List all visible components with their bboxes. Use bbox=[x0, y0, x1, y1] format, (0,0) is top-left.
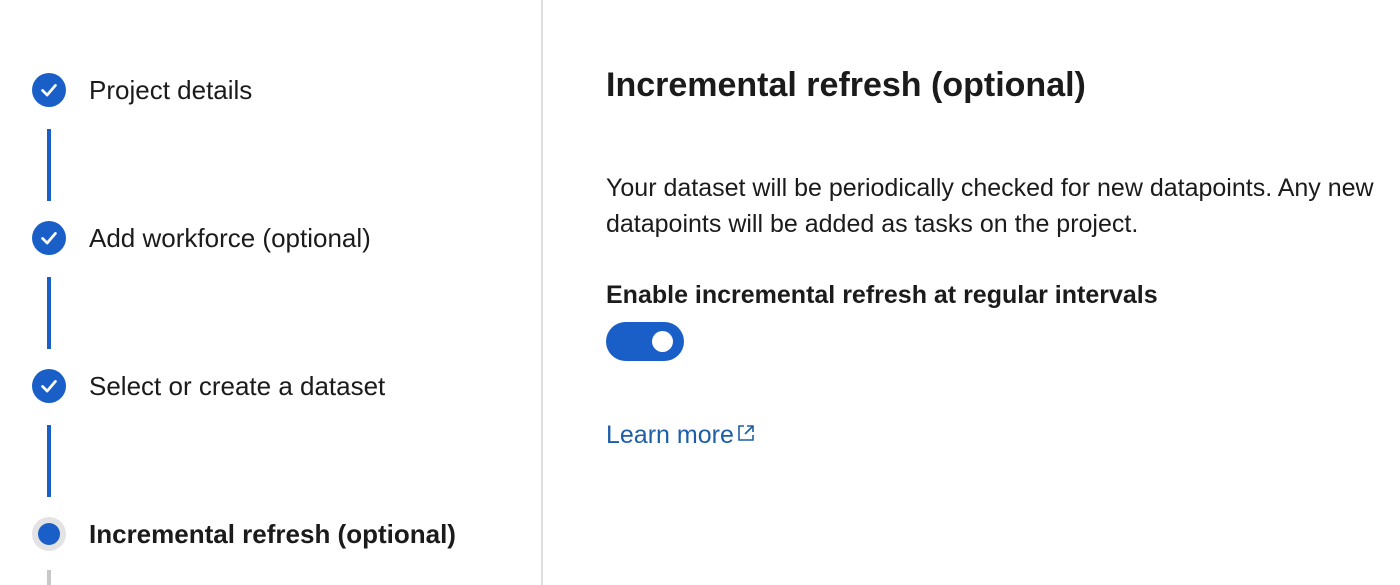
step-label: Select or create a dataset bbox=[89, 370, 386, 401]
step-label: Incremental refresh (optional) bbox=[89, 518, 456, 549]
step-label: Add workforce (optional) bbox=[89, 222, 371, 253]
panel-divider bbox=[541, 0, 543, 585]
step-project-details[interactable]: Project details bbox=[32, 73, 252, 107]
checkmark-icon bbox=[32, 369, 66, 403]
checkmark-icon bbox=[32, 73, 66, 107]
wizard-stepper: Project details Add workforce (optional)… bbox=[0, 0, 541, 585]
description-text: Your dataset will be periodically checke… bbox=[606, 174, 1374, 238]
incremental-refresh-toggle[interactable] bbox=[606, 322, 684, 361]
step-connector bbox=[47, 425, 51, 497]
toggle-knob bbox=[652, 331, 673, 352]
toggle-label: Enable incremental refresh at regular in… bbox=[606, 281, 1158, 309]
learn-more-link[interactable]: Learn more bbox=[606, 421, 756, 450]
step-add-workforce[interactable]: Add workforce (optional) bbox=[32, 221, 371, 255]
step-connector bbox=[47, 277, 51, 349]
page-title: Incremental refresh (optional) bbox=[606, 66, 1086, 104]
current-step-icon bbox=[32, 517, 66, 551]
checkmark-icon bbox=[32, 221, 66, 255]
step-label: Project details bbox=[89, 74, 253, 105]
step-connector bbox=[47, 570, 51, 585]
main-content: Incremental refresh (optional) Your data… bbox=[606, 0, 1400, 585]
step-incremental-refresh[interactable]: Incremental refresh (optional) bbox=[32, 517, 456, 551]
external-link-icon bbox=[738, 424, 754, 441]
learn-more-label: Learn more bbox=[606, 421, 734, 449]
step-select-dataset[interactable]: Select or create a dataset bbox=[32, 369, 385, 403]
step-connector bbox=[47, 129, 51, 201]
